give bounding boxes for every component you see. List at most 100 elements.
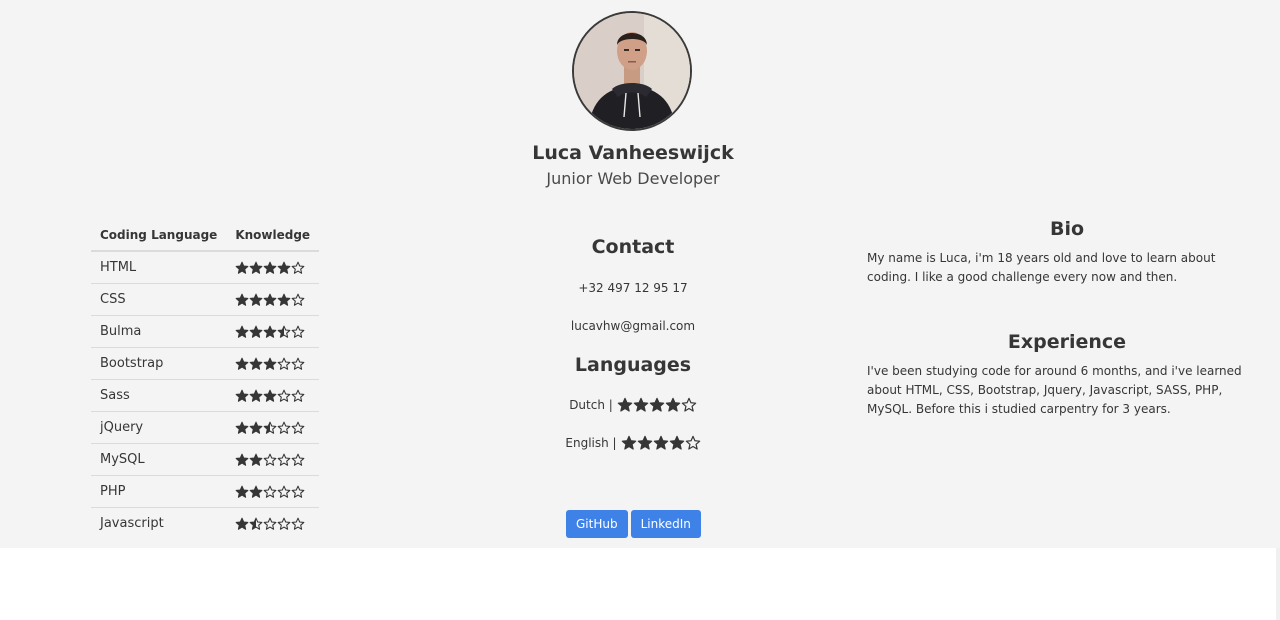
linkedin-button[interactable]: LinkedIn [630, 510, 701, 538]
table-row: Bulma [91, 315, 320, 348]
star-empty-icon [291, 517, 305, 530]
star-full-icon [277, 261, 291, 274]
star-rating [235, 453, 305, 467]
star-full-icon [653, 435, 668, 450]
star-full-icon [249, 421, 263, 434]
star-full-icon [235, 357, 249, 370]
star-full-icon [235, 517, 249, 530]
star-full-icon [249, 261, 263, 274]
star-empty-icon [291, 325, 305, 338]
star-half-icon [263, 421, 277, 434]
star-empty-icon [291, 485, 305, 498]
phone-number: +32 497 12 95 17 [578, 281, 688, 295]
social-links: GitHub LinkedIn [566, 510, 701, 538]
star-full-icon [669, 435, 684, 450]
star-full-icon [235, 421, 249, 434]
star-full-icon [263, 293, 277, 306]
star-rating [617, 397, 697, 413]
language-label: Dutch | [569, 398, 613, 412]
star-empty-icon [263, 485, 277, 498]
language-name: Bulma [91, 315, 227, 348]
star-full-icon [621, 435, 636, 450]
experience-heading: Experience [1007, 331, 1127, 353]
language-name: Javascript [100, 516, 164, 531]
star-empty-icon [291, 293, 305, 306]
star-half-icon [249, 517, 263, 530]
column-header-language: Coding Language [91, 220, 227, 252]
table-row: CSS [91, 283, 320, 316]
star-empty-icon [291, 421, 305, 434]
skills-header-row: Coding Language Knowledge [91, 220, 320, 252]
page-body: Luca Vanheeswijck Junior Web Developer C… [0, 0, 1280, 548]
star-empty-icon [291, 453, 305, 466]
star-full-icon [263, 325, 277, 338]
rating-cell [226, 443, 320, 476]
language-name: CSS [91, 283, 227, 316]
table-row: PHP [91, 475, 320, 508]
scrollbar[interactable] [1276, 548, 1280, 620]
star-empty-icon [263, 517, 277, 530]
star-half-icon [277, 325, 291, 338]
star-full-icon [249, 485, 263, 498]
rating-cell [226, 347, 320, 380]
star-full-icon [649, 397, 665, 412]
rating-cell [226, 411, 320, 444]
star-full-icon [235, 325, 249, 338]
star-full-icon [277, 293, 291, 306]
email-address: lucavhw@gmail.com [570, 319, 696, 333]
star-full-icon [637, 435, 652, 450]
star-full-icon [249, 293, 263, 306]
star-rating [235, 357, 305, 371]
language-name: MySQL [91, 443, 227, 476]
rating-cell [226, 508, 319, 540]
table-row: MySQL [91, 443, 320, 476]
star-full-icon [235, 389, 249, 402]
star-full-icon [235, 261, 249, 274]
star-empty-icon [277, 517, 291, 530]
star-empty-icon [277, 453, 291, 466]
table-row: HTML [91, 251, 320, 284]
table-row: Sass [91, 379, 320, 412]
bio-text: My name is Luca, i'm 18 years old and lo… [867, 251, 1216, 284]
star-empty-icon [277, 485, 291, 498]
star-full-icon [263, 389, 277, 402]
language-label: English | [565, 436, 617, 450]
star-full-icon [263, 261, 277, 274]
star-empty-icon [685, 435, 700, 450]
language-item-dutch: Dutch | [500, 397, 766, 413]
star-full-icon [665, 397, 681, 412]
star-rating [235, 517, 305, 531]
rating-cell [226, 315, 320, 348]
star-empty-icon [277, 421, 291, 434]
star-full-icon [633, 397, 649, 412]
star-rating [235, 389, 305, 403]
column-header-knowledge: Knowledge [226, 220, 320, 252]
star-full-icon [249, 389, 263, 402]
skills-table: Coding Language Knowledge HTML CSS Bulma… [91, 220, 320, 540]
table-row: Bootstrap [91, 347, 320, 380]
contact-heading: Contact [591, 236, 675, 258]
profile-title: Junior Web Developer [546, 169, 720, 188]
star-empty-icon [277, 357, 291, 370]
rating-cell [226, 475, 320, 508]
star-rating [235, 421, 305, 435]
star-full-icon [235, 485, 249, 498]
star-full-icon [235, 293, 249, 306]
table-row: Javascript [91, 508, 319, 540]
star-full-icon [249, 357, 263, 370]
star-empty-icon [277, 389, 291, 402]
profile-photo [574, 13, 690, 129]
language-name: Sass [91, 379, 227, 412]
rating-cell [226, 379, 320, 412]
language-name: HTML [91, 251, 227, 284]
github-button[interactable]: GitHub [566, 510, 628, 538]
rating-cell [226, 283, 320, 316]
experience-text: I've been studying code for around 6 mon… [867, 364, 1242, 416]
star-empty-icon [291, 261, 305, 274]
languages-heading: Languages [574, 354, 692, 376]
avatar [572, 11, 692, 131]
star-empty-icon [263, 453, 277, 466]
star-rating [235, 325, 305, 339]
star-rating [235, 485, 305, 499]
language-name: PHP [91, 475, 227, 508]
